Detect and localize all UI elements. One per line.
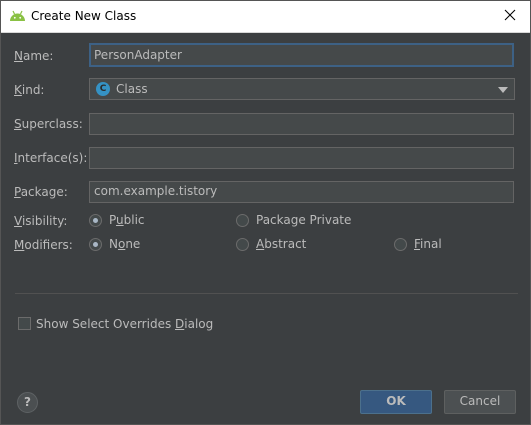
dialog-title: Create New Class [31, 9, 137, 23]
close-icon[interactable] [502, 7, 518, 23]
kind-selected-value: Class [116, 82, 148, 96]
kind-dropdown[interactable]: C Class [89, 78, 515, 100]
radio-unselected-icon [236, 238, 249, 251]
radio-unselected-icon [236, 214, 249, 227]
interfaces-label: Interface(s): [14, 151, 88, 165]
visibility-public-label: Public [109, 213, 145, 227]
show-overrides-checkbox[interactable] [18, 317, 31, 330]
android-icon [10, 10, 25, 21]
cancel-button[interactable]: Cancel [444, 390, 516, 414]
superclass-input[interactable] [89, 113, 514, 135]
title-bar: Create New Class [1, 1, 530, 33]
interfaces-input[interactable] [89, 147, 514, 169]
package-label: Package: [14, 185, 68, 199]
modifier-final-label: Final [414, 237, 442, 251]
show-overrides-label[interactable]: Show Select Overrides Dialog [36, 317, 213, 331]
chevron-down-icon [498, 87, 508, 93]
help-icon[interactable]: ? [17, 392, 38, 413]
modifier-none-label: None [109, 237, 141, 251]
name-input[interactable]: PersonAdapter [89, 43, 514, 67]
visibility-label: Visibility: [14, 214, 68, 228]
radio-selected-icon [89, 238, 102, 251]
create-new-class-dialog: Create New Class Name: PersonAdapter Kin… [0, 0, 531, 425]
superclass-label: Superclass: [14, 117, 83, 131]
ok-button[interactable]: OK [360, 390, 432, 414]
name-label: Name: [14, 49, 54, 63]
visibility-package-private-label: Package Private [256, 213, 352, 227]
modifier-abstract-label: Abstract [256, 237, 307, 251]
divider [15, 293, 518, 294]
radio-unselected-icon [394, 238, 407, 251]
kind-label: Kind: [14, 83, 45, 97]
class-icon: C [96, 82, 110, 96]
package-input[interactable]: com.example.tistory [89, 181, 514, 203]
radio-selected-icon [89, 214, 102, 227]
modifiers-label: Modifiers: [14, 238, 73, 252]
